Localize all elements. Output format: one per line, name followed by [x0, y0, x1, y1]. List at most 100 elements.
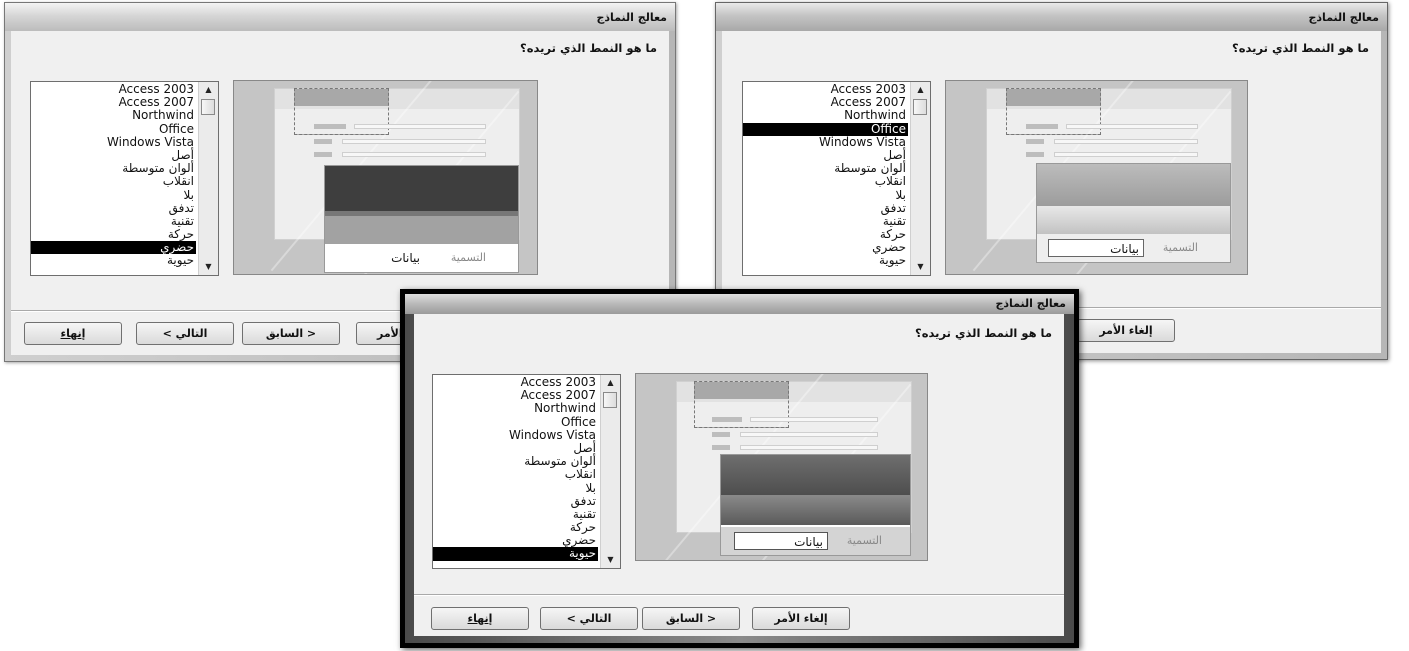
listbox-scrollbar[interactable]: ▲ ▼ — [198, 82, 218, 275]
list-item[interactable]: Office — [433, 415, 598, 429]
finish-button[interactable]: إنهاء — [24, 322, 122, 345]
scrollbar-thumb[interactable] — [603, 392, 617, 408]
title-bar: معالج النماذج — [716, 3, 1387, 31]
scrollbar-thumb[interactable] — [913, 99, 927, 115]
preview-band-dark — [721, 455, 910, 495]
window-frame: ما هو النمط الذي تريده؟ Access 2003 Acce… — [405, 314, 1074, 643]
list-item[interactable]: بلا — [433, 481, 598, 495]
preview-label-bar — [1026, 152, 1044, 157]
style-listbox[interactable]: Access 2003 Access 2007 Northwind Office… — [742, 81, 931, 276]
list-item[interactable]: حيوية — [743, 254, 908, 267]
scroll-up-arrow-icon[interactable]: ▲ — [911, 82, 930, 98]
list-item[interactable]: Windows Vista — [433, 428, 598, 442]
scrollbar-thumb[interactable] — [201, 99, 215, 115]
list-item[interactable]: Northwind — [31, 109, 196, 122]
list-item[interactable]: انقلاب — [31, 175, 196, 188]
button-separator — [414, 594, 1064, 596]
preview-label-bar — [712, 432, 730, 437]
preview-label-bar — [314, 152, 332, 157]
cancel-button[interactable]: إلغاء الأمر — [1077, 319, 1175, 342]
list-item[interactable]: Northwind — [433, 402, 598, 415]
finish-button[interactable]: إنهاء — [431, 607, 529, 630]
preview-caption-label: التسمية — [846, 534, 882, 547]
preview-data-field: بيانات — [1048, 239, 1144, 257]
list-item[interactable]: بلا — [743, 188, 908, 202]
preview-label-bar — [712, 417, 742, 422]
list-item[interactable]: بلا — [31, 188, 196, 202]
scroll-up-arrow-icon[interactable]: ▲ — [199, 82, 218, 98]
scroll-down-arrow-icon[interactable]: ▼ — [911, 259, 930, 275]
preview-band-mid — [721, 495, 910, 525]
title-bar: معالج النماذج — [405, 294, 1074, 314]
list-item[interactable]: انقلاب — [433, 468, 598, 481]
preview-band-dark — [325, 166, 518, 211]
style-listbox[interactable]: Access 2003 Access 2007 Northwind Office… — [432, 374, 621, 569]
scroll-down-arrow-icon[interactable]: ▼ — [601, 552, 620, 568]
preview-field-bar — [354, 124, 486, 129]
dialog-title: معالج النماذج — [995, 297, 1066, 310]
preview-label-bar — [314, 139, 332, 144]
preview-label-bar — [1026, 124, 1058, 129]
style-list-items: Access 2003 Access 2007 Northwind Office… — [31, 82, 196, 268]
list-item[interactable]: تدفق — [743, 201, 908, 215]
preview-band-light — [325, 216, 518, 244]
scroll-up-arrow-icon[interactable]: ▲ — [601, 375, 620, 391]
preview-band-dark — [1037, 164, 1230, 206]
dialog-title: معالج النماذج — [596, 11, 667, 24]
preview-field-bar — [1066, 124, 1198, 129]
preview-caption-label: التسمية — [1162, 241, 1198, 254]
list-item-selected[interactable]: Office — [743, 122, 908, 136]
preview-field-bar — [1054, 152, 1198, 157]
list-item[interactable]: Northwind — [743, 109, 908, 122]
preview-field-bar — [342, 152, 486, 157]
back-button[interactable]: < السابق — [242, 322, 340, 345]
preview-data-field: بيانات — [734, 532, 828, 550]
list-item[interactable]: انقلاب — [743, 175, 908, 188]
preview-field-bar — [750, 417, 878, 422]
style-question: ما هو النمط الذي تريده؟ — [915, 326, 1052, 340]
style-listbox[interactable]: Access 2003 Access 2007 Northwind Office… — [30, 81, 219, 276]
list-item[interactable]: تدفق — [31, 201, 196, 215]
preview-footer: التسمية بيانات — [325, 244, 518, 272]
finish-label: إنهاء — [60, 327, 86, 340]
preview-field-bar — [740, 432, 878, 437]
dialog-client: ما هو النمط الذي تريده؟ Access 2003 Acce… — [414, 314, 1064, 636]
preview-caption-label: التسمية — [450, 251, 486, 264]
preview-label-bar — [1026, 139, 1044, 144]
preview-field-bar — [740, 445, 878, 450]
cancel-button[interactable]: إلغاء الأمر — [752, 607, 850, 630]
finish-label: إنهاء — [467, 612, 493, 625]
listbox-scrollbar[interactable]: ▲ ▼ — [910, 82, 930, 275]
preview-label-bar — [712, 445, 730, 450]
list-item[interactable]: Windows Vista — [31, 135, 196, 149]
list-item[interactable]: تدفق — [433, 494, 598, 508]
list-item[interactable]: Windows Vista — [743, 135, 908, 149]
preview-label-bar — [314, 124, 346, 129]
list-item-selected[interactable]: حيوية — [433, 547, 598, 561]
preview-section: التسمية بيانات — [324, 165, 519, 273]
dialog-title: معالج النماذج — [1308, 11, 1379, 24]
preview-footer: التسمية بيانات — [1037, 234, 1230, 262]
preview-field-bar — [1054, 139, 1198, 144]
wizard-dialog-front: معالج النماذج ما هو النمط الذي تريده؟ Ac… — [400, 289, 1079, 648]
style-question: ما هو النمط الذي تريده؟ — [1232, 41, 1369, 55]
preview-field-bar — [342, 139, 486, 144]
preview-data-field: بيانات — [391, 251, 420, 265]
listbox-scrollbar[interactable]: ▲ ▼ — [600, 375, 620, 568]
style-preview: التسمية بيانات — [233, 80, 538, 275]
list-item[interactable]: حيوية — [31, 254, 196, 267]
style-preview: التسمية بيانات — [945, 80, 1248, 275]
preview-section: التسمية بيانات — [1036, 163, 1231, 263]
preview-footer: التسمية بيانات — [721, 527, 910, 555]
preview-band-light — [1037, 206, 1230, 234]
style-list-items: Access 2003 Access 2007 Northwind Office… — [743, 82, 908, 268]
back-button[interactable]: < السابق — [642, 607, 740, 630]
next-button[interactable]: التالي > — [136, 322, 234, 345]
scroll-down-arrow-icon[interactable]: ▼ — [199, 259, 218, 275]
next-button[interactable]: التالي > — [540, 607, 638, 630]
style-list-items: Access 2003 Access 2007 Northwind Office… — [433, 375, 598, 561]
preview-section: التسمية بيانات — [720, 454, 911, 556]
title-bar: معالج النماذج — [5, 3, 675, 31]
list-item[interactable]: Office — [31, 122, 196, 136]
style-question: ما هو النمط الذي تريده؟ — [520, 41, 657, 55]
